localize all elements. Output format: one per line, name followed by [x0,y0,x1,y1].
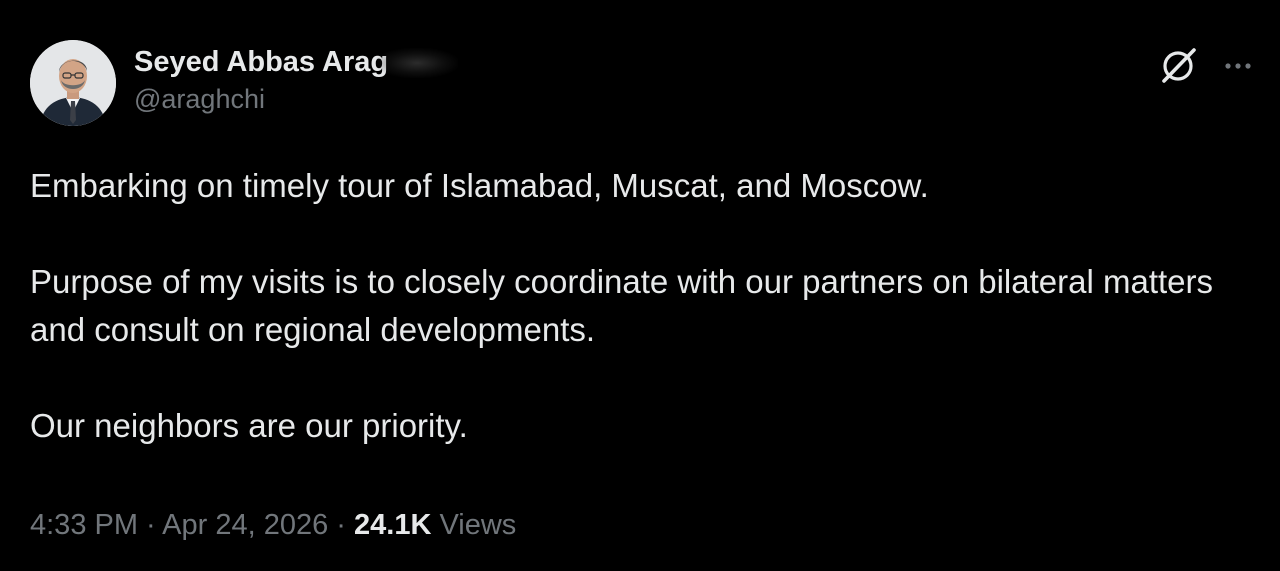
tweet-text: Embarking on timely tour of Islamabad, M… [30,162,1230,450]
user-handle[interactable]: @araghchi [134,82,388,116]
name-blur-overlay [376,48,459,78]
tweet-paragraph: Purpose of my visits is to closely coord… [30,263,1214,348]
display-name-text: Seyed Abbas Arag [134,46,389,78]
avatar[interactable] [30,40,116,126]
meta-separator: · [138,509,163,541]
tweet-date[interactable]: Apr 24, 2026 [162,509,328,541]
meta-separator: · [328,509,355,541]
tweet-time[interactable]: 4:33 PM [30,509,138,541]
tweet-paragraph: Our neighbors are our priority. [30,407,468,444]
tweet-actions-top [1156,44,1252,88]
avatar-image [30,40,116,126]
tweet-paragraph: Embarking on timely tour of Islamabad, M… [30,167,929,204]
grok-icon[interactable] [1156,44,1200,88]
views-label: Views [431,509,517,541]
display-name[interactable]: Seyed Abbas Arag [134,44,459,80]
views-count[interactable]: 24.1K [354,509,431,541]
tweet-meta: 4:33 PM · Apr 24, 2026 · 24.1K Views [30,506,516,544]
tweet: Seyed Abbas Arag @araghchi Embarking on … [0,0,1280,571]
more-icon[interactable] [1224,61,1252,71]
author-info: Seyed Abbas Arag @araghchi [134,44,459,116]
